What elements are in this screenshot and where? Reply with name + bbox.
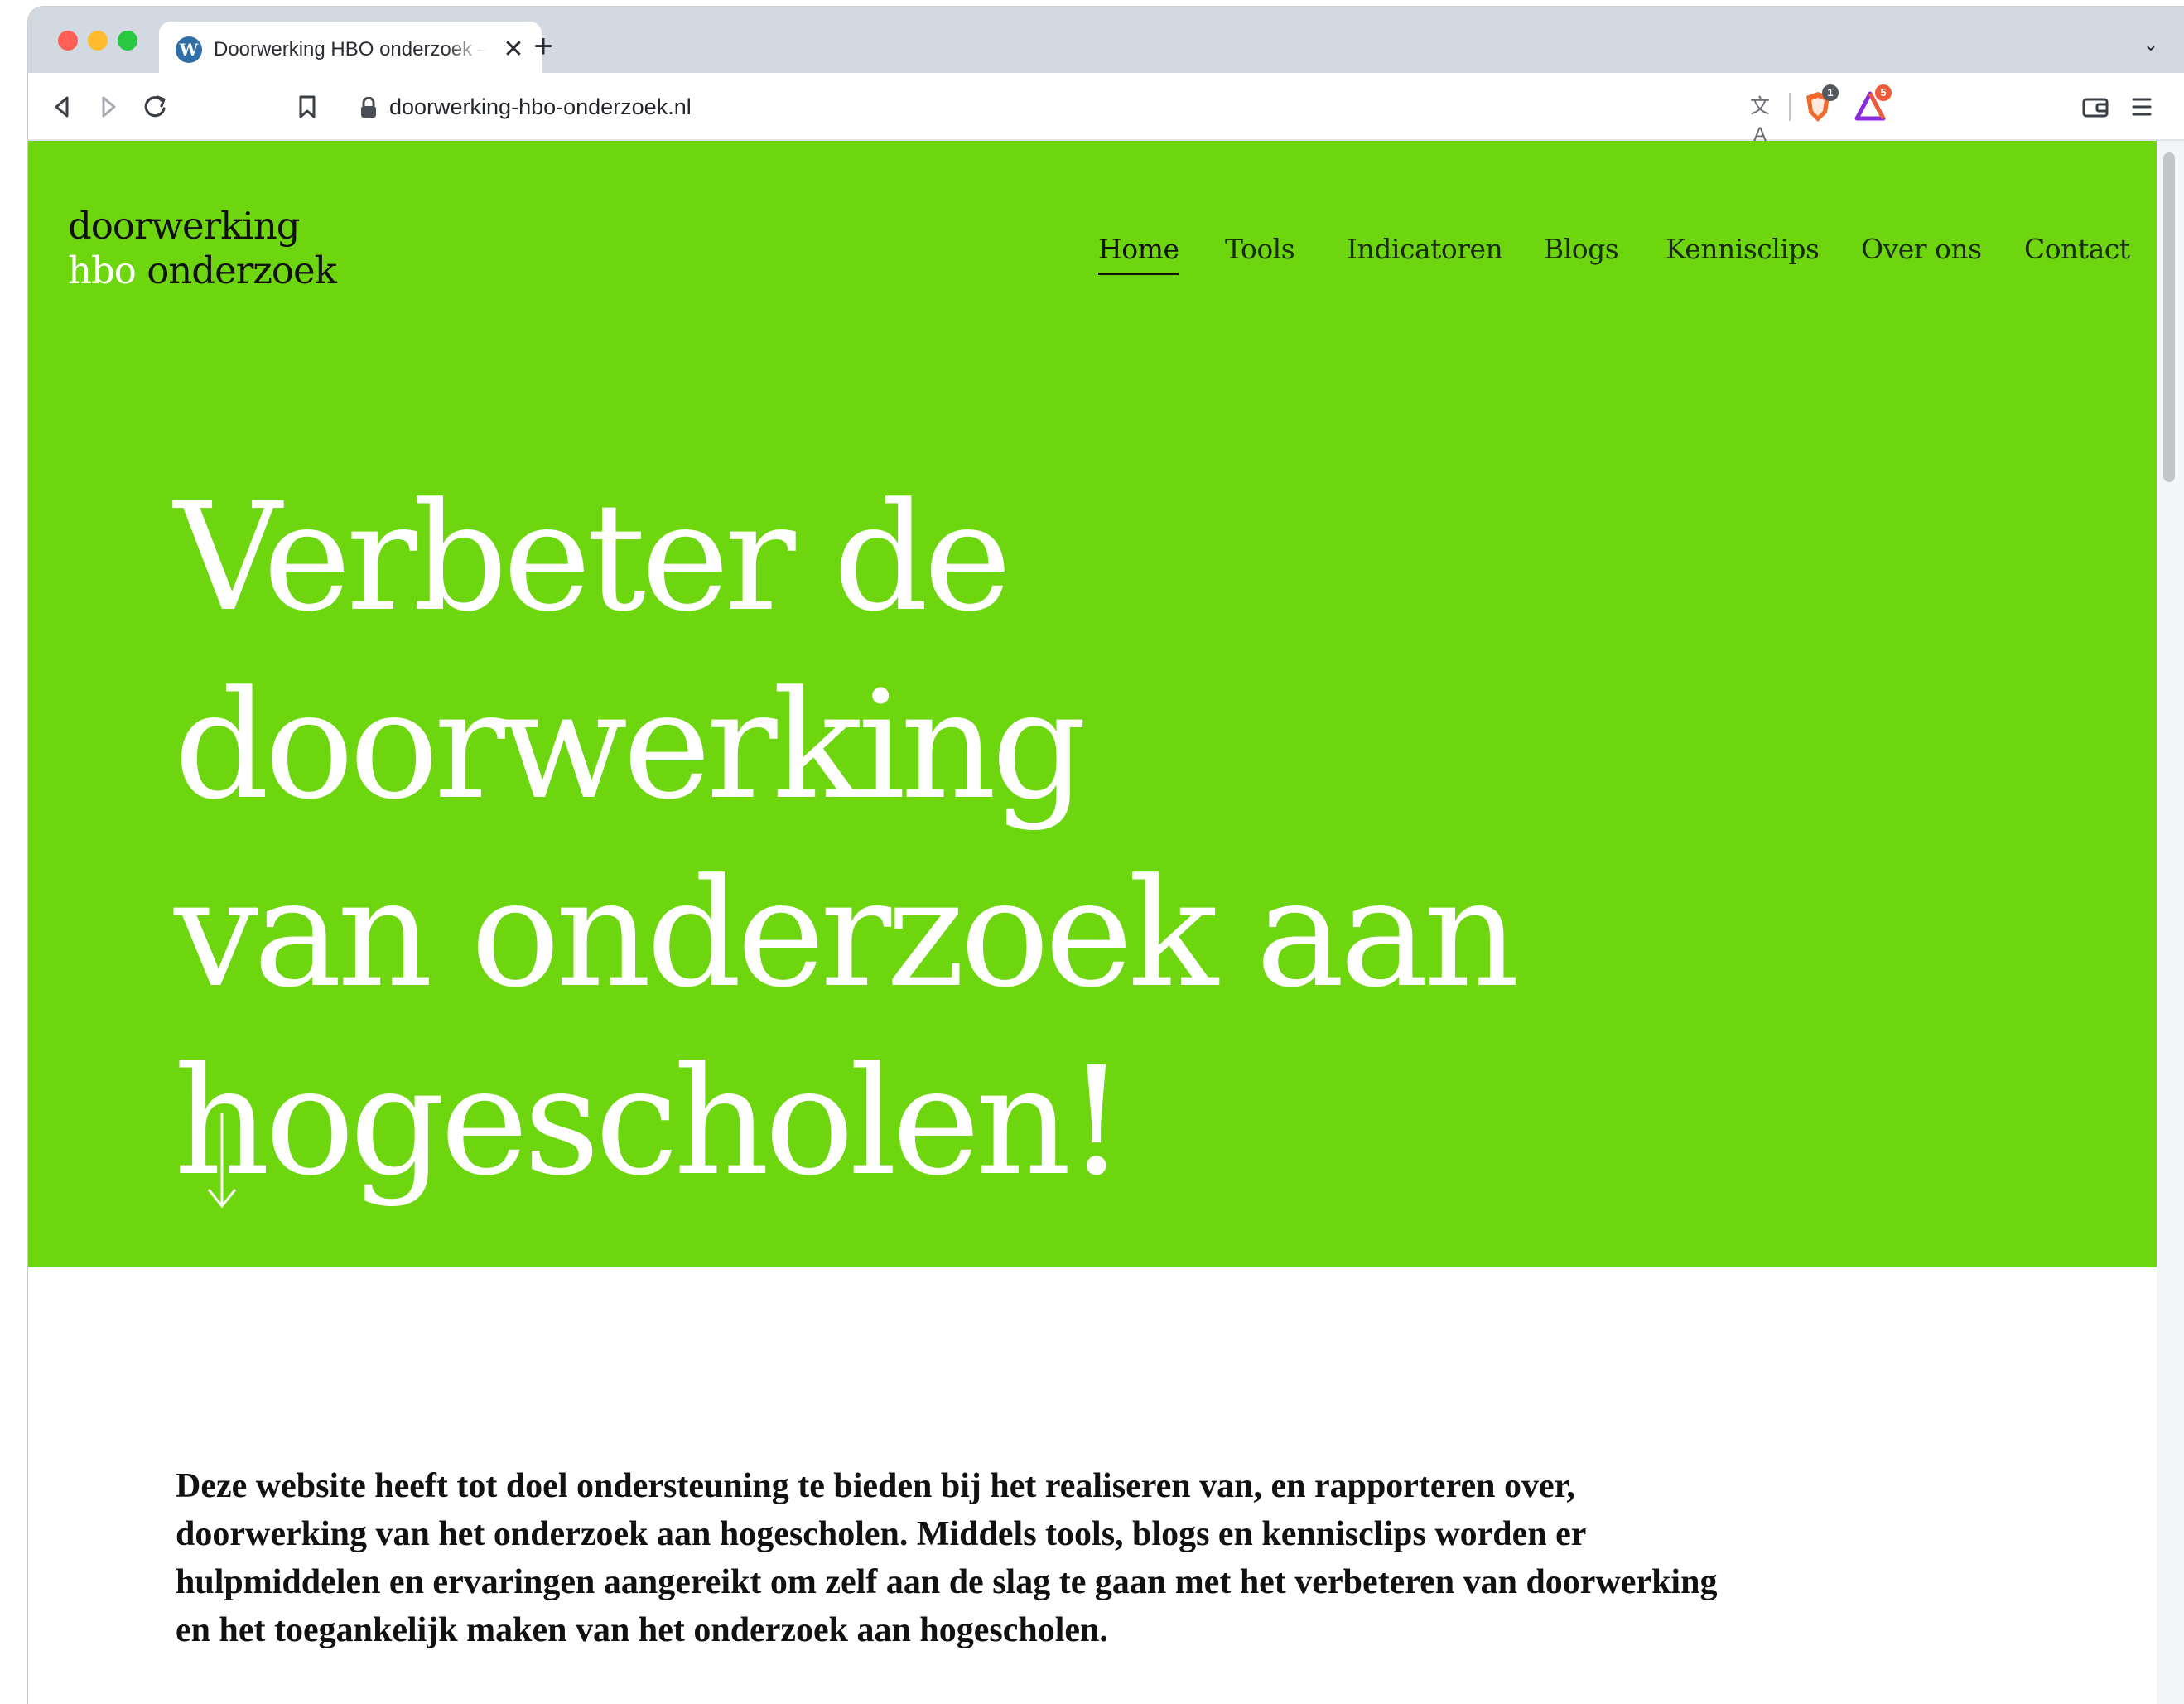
hero-title-line-2: van onderzoek aan — [174, 847, 1520, 1021]
hero-title-line-1: Verbeter de doorwerking — [174, 471, 1087, 833]
maximize-window-button[interactable] — [118, 31, 137, 51]
web-page: doorwerking hbo onderzoek Home Tools Ind… — [28, 141, 2157, 1704]
close-tab-icon[interactable]: ✕ — [499, 35, 528, 65]
browser-window: W Doorwerking HBO onderzoek – ✕ + ⌄ door… — [28, 7, 2184, 1704]
brave-rewards-icon[interactable]: 5 — [1854, 84, 1892, 124]
reload-icon[interactable] — [137, 89, 172, 124]
hero-title: Verbeter de doorwerking van onderzoek aa… — [174, 464, 1913, 1216]
nav-item-home[interactable]: Home — [1098, 229, 1179, 275]
menu-icon[interactable] — [2127, 89, 2157, 124]
nav-item-indicatoren[interactable]: Indicatoren — [1347, 229, 1503, 270]
nav-item-over-ons[interactable]: Over ons — [1861, 229, 1982, 270]
main-navigation: Home Tools Indicatoren Blogs Kennisclips… — [28, 229, 2157, 275]
wordpress-icon: W — [176, 36, 202, 63]
bookmark-icon[interactable] — [290, 89, 325, 124]
wallet-icon[interactable] — [2079, 89, 2112, 124]
chevron-down-icon[interactable]: ⌄ — [2139, 33, 2162, 56]
browser-toolbar: doorwerking-hbo-onderzoek.nl 文A 1 5 — [28, 73, 2184, 146]
scrollbar-thumb[interactable] — [2163, 152, 2175, 482]
hero-title-line-3: hogescholen! — [174, 1035, 1126, 1209]
tab-strip: W Doorwerking HBO onderzoek – ✕ + ⌄ — [28, 7, 2184, 73]
new-tab-button[interactable]: + — [525, 28, 562, 65]
arrow-down-icon[interactable] — [205, 1112, 239, 1209]
brave-shields-icon[interactable]: 1 — [1802, 84, 1839, 124]
lock-icon — [361, 97, 376, 118]
browser-tab[interactable]: W Doorwerking HBO onderzoek – ✕ — [159, 22, 542, 73]
rewards-badge: 5 — [1875, 84, 1892, 101]
hero-section: doorwerking hbo onderzoek Home Tools Ind… — [28, 141, 2157, 1267]
minimize-window-button[interactable] — [88, 31, 108, 51]
close-window-button[interactable] — [58, 31, 78, 51]
nav-item-contact[interactable]: Contact — [2024, 229, 2130, 270]
address-bar[interactable]: doorwerking-hbo-onderzoek.nl 文A 1 5 — [338, 83, 1897, 146]
intro-paragraph: Deze website heeft tot doel ondersteunin… — [176, 1467, 1718, 1649]
tab-title: Doorwerking HBO onderzoek – — [214, 38, 487, 60]
translate-icon[interactable]: 文A — [1746, 93, 1774, 146]
nav-item-blogs[interactable]: Blogs — [1544, 229, 1619, 270]
forward-icon[interactable] — [91, 89, 126, 124]
address-bar-divider — [1789, 93, 1791, 121]
nav-item-kennisclips[interactable]: Kennisclips — [1666, 229, 1820, 270]
url-text[interactable]: doorwerking-hbo-onderzoek.nl — [389, 93, 692, 121]
nav-item-tools[interactable]: Tools — [1225, 229, 1295, 270]
shields-badge: 1 — [1822, 84, 1839, 101]
back-icon[interactable] — [45, 89, 80, 124]
